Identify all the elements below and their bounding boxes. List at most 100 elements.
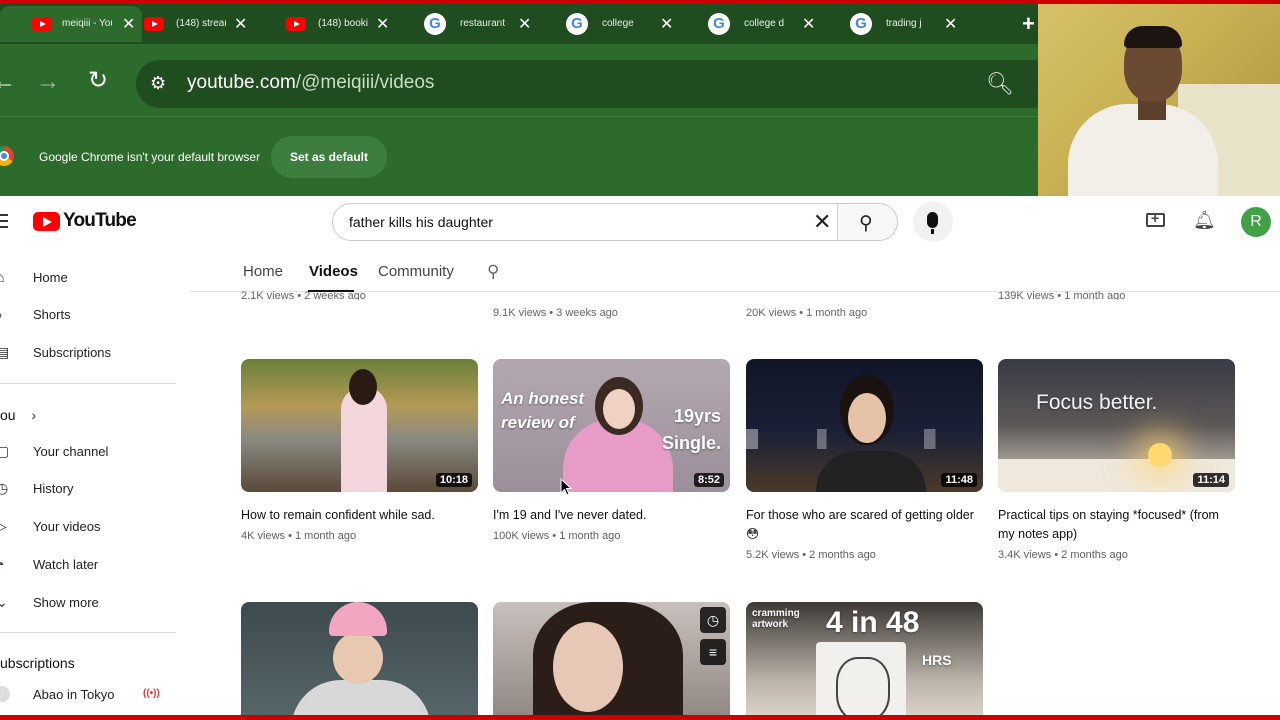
create-icon[interactable] [1146,210,1165,227]
sidebar-item-watch-later[interactable]: ◔ Watch later [0,548,190,582]
video-title[interactable]: For those who are scared of getting olde… [746,506,983,544]
tab-community[interactable]: Community [378,263,454,280]
sidebar-item-label: Your channel [33,444,109,459]
subscriptions-icon: ▤ [0,344,10,360]
watch-later-icon[interactable]: ◷ [700,607,726,633]
sidebar-item-label: Home [33,270,68,285]
video-card[interactable] [493,602,730,720]
sidebar-divider [0,383,176,384]
sidebar-item-label: Abao in Tokyo [33,687,115,702]
close-icon[interactable]: ✕ [376,14,389,34]
thumb-figure-face [333,632,383,684]
video-icon: ▷ [0,518,7,534]
menu-icon[interactable] [0,214,8,228]
sidebar-section-subscriptions: ubscriptions [0,655,75,671]
sidebar-item-history[interactable]: ◷ History [0,472,190,506]
close-icon[interactable]: ✕ [944,14,957,34]
url-text[interactable]: youtube.com/@meiqiii/videos [187,72,434,94]
tab-home[interactable]: Home [243,263,283,280]
back-icon[interactable]: ← [0,68,16,96]
video-card[interactable]: cramming artwork 4 in 48 HRS [746,602,983,720]
new-tab-icon[interactable]: + [1022,11,1035,37]
close-icon[interactable]: ✕ [802,14,815,34]
video-card[interactable]: 11:48 For those who are scared of gettin… [746,359,983,561]
tab-restaurant[interactable]: G restaurant ✕ [424,6,568,42]
set-default-button[interactable]: Set as default [271,136,387,178]
tab-trading[interactable]: G trading j ✕ [850,6,994,42]
thumbnail-text: 19yrs Single. [661,406,721,453]
avatar[interactable]: R [1241,207,1271,237]
sidebar-item-your-channel[interactable]: ▢ Your channel [0,435,190,469]
search-input[interactable]: father kills his daughter ✕ [332,203,838,241]
sidebar-item-label: Show more [33,595,99,610]
notifications-icon[interactable]: 🔔︎ [1193,210,1216,231]
tab-videos[interactable]: Videos [309,263,358,280]
youtube-logo-icon[interactable] [33,212,60,231]
video-thumbnail[interactable]: Focus better. 11:14 [998,359,1235,492]
tab-meiqiii[interactable]: meiqiii - YouTube ✕ [0,6,142,42]
video-thumbnail[interactable] [241,602,478,720]
tab-college-d[interactable]: G college d ✕ [708,6,852,42]
reload-icon[interactable]: ↻ [88,66,108,95]
duration-badge: 8:52 [693,473,724,487]
sidebar-sub-abao[interactable]: Abao in Tokyo ((•)) [0,678,190,712]
video-title[interactable]: I'm 19 and I've never dated. [493,506,730,525]
close-icon[interactable]: ✕ [234,14,247,34]
chevron-down-icon: ⌄ [0,594,8,610]
sidebar-section-you[interactable]: ou › [0,407,36,423]
video-card[interactable] [241,602,478,720]
video-thumbnail[interactable]: cramming artwork 4 in 48 HRS [746,602,983,720]
add-to-queue-icon[interactable]: ≡ [700,639,726,665]
youtube-wordmark[interactable]: YouTube [63,210,137,232]
video-meta: 5.2K views • 2 months ago [746,549,876,561]
voice-search-button[interactable] [913,202,953,242]
infobar-message: Google Chrome isn't your default browser [39,150,261,164]
zoom-icon[interactable]: 🔍︎ [986,71,1014,97]
video-card[interactable]: Focus better. 11:14 Practical tips on st… [998,359,1235,561]
youtube-icon [32,17,52,31]
sidebar-item-shorts[interactable]: ♭ Shorts [0,298,190,332]
webcam-overlay [1038,4,1280,214]
thumbnail-hover-actions: ◷ ≡ [700,607,726,671]
thumb-figure-head [349,369,377,405]
video-title[interactable]: How to remain confident while sad. [241,506,478,525]
video-card[interactable]: An honest review of 19yrs Single. 8:52 I… [493,359,730,542]
channel-avatar [0,686,10,702]
sidebar: ⌂ Home ♭ Shorts ▤ Subscriptions ou › ▢ Y… [0,248,190,715]
thumb-figure [816,451,926,492]
clear-icon[interactable]: ✕ [813,209,831,235]
webcam-person-hair [1124,26,1182,48]
video-thumbnail[interactable] [493,602,730,720]
google-icon: G [424,13,446,35]
mic-stem [931,229,934,234]
tab-title: restaurant [460,18,506,29]
address-bar[interactable]: ⚙ youtube.com/@meiqiii/videos 🔍︎ [136,60,1056,108]
video-title[interactable]: Practical tips on staying *focused* (fro… [998,506,1235,544]
section-label: ubscriptions [0,655,75,671]
tab-booking[interactable]: (148) booking ✕ [284,6,426,42]
video-meta: 100K views • 1 month ago [493,530,621,542]
video-thumbnail[interactable]: 10:18 [241,359,478,492]
search-button[interactable]: ⚲ [838,203,898,241]
thumbnail-text: Focus better. [1036,391,1158,414]
sidebar-item-label: Shorts [33,307,71,322]
tab-college[interactable]: G college ✕ [566,6,710,42]
tab-title: college d [744,18,785,29]
forward-icon[interactable]: → [36,68,60,96]
tab-streaming[interactable]: (148) streaming ✕ [142,6,284,42]
history-icon: ◷ [0,480,9,496]
sidebar-item-your-videos[interactable]: ▷ Your videos [0,510,190,544]
close-icon[interactable]: ✕ [122,14,135,34]
close-icon[interactable]: ✕ [518,14,531,34]
sidebar-item-home[interactable]: ⌂ Home [0,261,190,295]
video-thumbnail[interactable]: An honest review of 19yrs Single. 8:52 [493,359,730,492]
close-icon[interactable]: ✕ [660,14,673,34]
channel-search-icon[interactable]: ⚲ [487,262,499,282]
google-icon: G [708,13,730,35]
default-browser-infobar: Google Chrome isn't your default browser… [0,116,1040,196]
sidebar-item-subscriptions[interactable]: ▤ Subscriptions [0,336,190,370]
video-thumbnail[interactable]: 11:48 [746,359,983,492]
sidebar-item-show-more[interactable]: ⌄ Show more [0,586,190,620]
video-card[interactable]: 10:18 How to remain confident while sad.… [241,359,478,542]
site-info-icon[interactable]: ⚙ [150,73,166,94]
